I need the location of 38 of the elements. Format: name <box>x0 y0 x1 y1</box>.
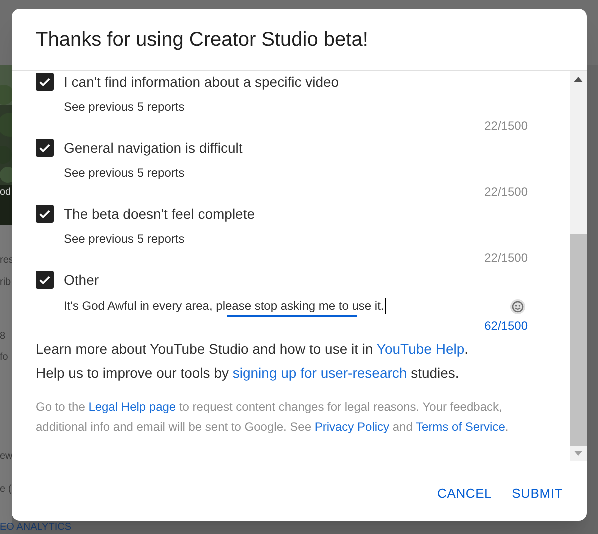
dialog-title: Thanks for using Creator Studio beta! <box>36 28 368 52</box>
previous-reports-link[interactable]: See previous 5 reports <box>64 165 185 181</box>
option-label: General navigation is difficult <box>64 138 243 158</box>
character-counter: 22/1500 <box>484 251 528 265</box>
checkbox[interactable] <box>36 271 54 289</box>
character-counter: 62/1500 <box>484 319 528 333</box>
link[interactable]: Terms of Service <box>416 420 506 434</box>
option-label: I can't find information about a specific video <box>64 72 340 92</box>
option-label: The beta doesn't feel complete <box>64 204 256 224</box>
background-text: ew <box>0 451 13 463</box>
checkbox[interactable] <box>36 73 54 91</box>
link[interactable]: YouTube Help <box>376 341 465 357</box>
option-label: Other <box>64 270 100 290</box>
previous-reports-link[interactable]: See previous 5 reports <box>64 99 185 115</box>
character-counter: 22/1500 <box>484 185 528 199</box>
submit-button[interactable]: SUBMIT <box>504 476 571 512</box>
background-text: fo <box>0 352 8 364</box>
checkbox[interactable] <box>36 205 54 223</box>
help-text: Help us to improve our tools by signing up for user-research studies. <box>36 364 460 383</box>
background-text: od <box>0 187 12 199</box>
background-text: rib <box>0 277 12 289</box>
link[interactable]: Legal Help page <box>88 400 176 414</box>
background-text: e ( <box>0 484 12 496</box>
previous-reports-link[interactable]: See previous 5 reports <box>64 231 185 247</box>
checkbox[interactable] <box>36 139 54 157</box>
scrollbar[interactable] <box>570 71 587 461</box>
background-text: 8 <box>0 331 6 343</box>
legal-notice: Go to the Legal Help page to request content changes for legal reasons. Your feedback, additional info and email will be sent to Google. See Privacy Policy and Terms of Service. <box>36 399 510 436</box>
link[interactable]: signing up for user-research <box>232 365 408 381</box>
link[interactable]: Privacy Policy <box>314 420 390 434</box>
cancel-button[interactable]: CANCEL <box>430 476 500 512</box>
help-text: Learn more about YouTube Studio and how to use it in YouTube Help. <box>36 340 470 359</box>
section-heading: EO ANALYTICS <box>0 522 72 534</box>
scrollbar-thumb[interactable] <box>570 234 587 446</box>
comment-field[interactable]: It's God Awful in every area, please stop asking me to use it. <box>64 295 528 317</box>
character-counter: 22/1500 <box>484 119 528 133</box>
emoji-icon[interactable] <box>510 299 526 315</box>
scroll-up-icon[interactable] <box>574 77 583 82</box>
